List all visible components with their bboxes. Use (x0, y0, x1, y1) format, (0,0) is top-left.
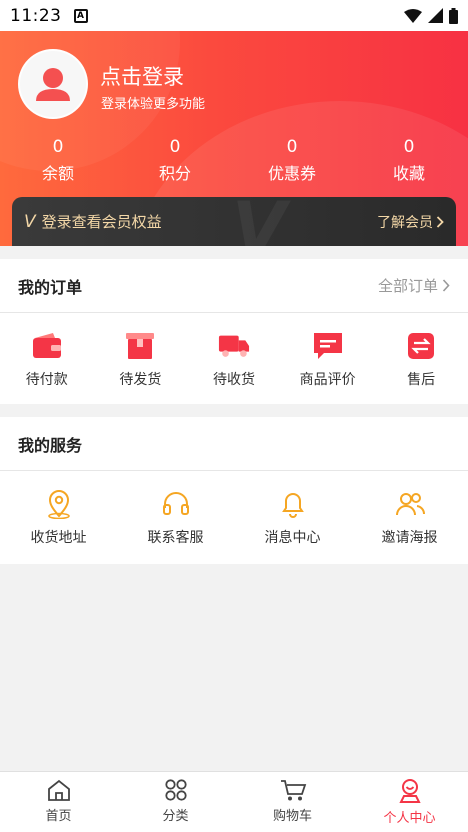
login-subtitle: 登录体验更多功能 (101, 97, 206, 112)
stat-favorites[interactable]: 0 收藏 (369, 137, 449, 184)
status-bar: 11:23 A (0, 0, 468, 31)
tab-cart[interactable]: 购物车 (234, 772, 351, 832)
service-item-label: 邀请海报 (381, 530, 438, 546)
order-after-sales[interactable]: 售后 (374, 331, 468, 389)
service-item-label: 消息中心 (264, 530, 321, 546)
service-messages[interactable]: 消息中心 (234, 489, 351, 547)
login-title[interactable]: 点击登录 (100, 61, 184, 91)
member-watermark: V (232, 197, 287, 246)
tab-label: 个人中心 (383, 811, 436, 826)
orders-title: 我的订单 (18, 277, 83, 297)
tab-label: 首页 (45, 809, 72, 824)
service-invite-poster[interactable]: 邀请海报 (351, 489, 468, 547)
learn-membership-label: 了解会员 (377, 214, 433, 231)
services-card: 我的服务 收货地址 联系客服 消息中心 邀请海报 (0, 417, 468, 564)
profile-header: 点击登录 登录体验更多功能 0 余额 0 积分 0 优惠券 0 收藏 V V 登… (0, 31, 468, 246)
users-icon (394, 489, 426, 519)
service-item-label: 收货地址 (30, 530, 87, 546)
stat-label: 优惠券 (267, 164, 316, 183)
orders-grid: 待付款 待发货 待收货 商品评价 售后 (0, 313, 468, 389)
services-grid: 收货地址 联系客服 消息中心 邀请海报 (0, 471, 468, 547)
status-icons (404, 7, 458, 24)
grid-icon (164, 779, 187, 801)
bell-icon (277, 489, 309, 519)
stat-value: 0 (403, 137, 415, 157)
stat-value: 0 (286, 137, 298, 157)
status-time: 11:23 (10, 5, 62, 26)
services-header: 我的服务 (0, 417, 468, 471)
wallet-icon (31, 331, 63, 361)
order-item-label: 待收货 (212, 372, 255, 388)
chevron-right-icon (436, 215, 444, 228)
stat-value: 0 (52, 137, 64, 157)
avatar[interactable] (18, 49, 88, 119)
home-icon (47, 779, 70, 801)
tab-label: 购物车 (272, 809, 312, 824)
stat-label: 积分 (158, 164, 191, 183)
tab-profile[interactable]: 个人中心 (351, 772, 468, 832)
all-orders-link[interactable]: 全部订单 (378, 275, 450, 296)
service-customer-support[interactable]: 联系客服 (117, 489, 234, 547)
order-pending-payment[interactable]: 待付款 (0, 331, 94, 389)
stat-coupons[interactable]: 0 优惠券 (252, 137, 332, 184)
service-address[interactable]: 收货地址 (0, 489, 117, 547)
order-item-label: 待付款 (25, 372, 68, 388)
learn-membership-link[interactable]: 了解会员 (377, 212, 444, 232)
notification-badge-icon: A (73, 8, 88, 23)
orders-card: 我的订单 全部订单 待付款 待发货 待收货 商品评价 售后 (0, 259, 468, 404)
order-item-label: 售后 (407, 372, 436, 388)
member-benefits-bar[interactable]: V V 登录查看会员权益 了解会员 (12, 197, 456, 246)
vip-icon: V (24, 211, 36, 232)
order-review[interactable]: 商品评价 (281, 331, 375, 389)
headset-icon (160, 489, 192, 519)
tab-category[interactable]: 分类 (117, 772, 234, 832)
all-orders-label: 全部订单 (377, 277, 438, 295)
user-avatar-icon (36, 68, 70, 101)
stat-label: 余额 (41, 164, 74, 183)
signal-icon (428, 8, 443, 23)
truck-icon (218, 331, 250, 361)
tab-label: 分类 (162, 809, 189, 824)
tab-home[interactable]: 首页 (0, 772, 117, 832)
order-item-label: 商品评价 (299, 372, 356, 388)
order-pending-shipment[interactable]: 待发货 (94, 331, 188, 389)
bottom-tab-bar: 首页 分类 购物车 个人中心 (0, 771, 468, 832)
stat-label: 收藏 (392, 164, 425, 183)
order-item-label: 待发货 (119, 372, 162, 388)
person-icon (398, 779, 421, 803)
stat-value: 0 (169, 137, 181, 157)
order-pending-receipt[interactable]: 待收货 (187, 331, 281, 389)
stat-balance[interactable]: 0 余额 (18, 137, 98, 184)
services-title: 我的服务 (18, 435, 83, 455)
location-icon (43, 489, 75, 519)
member-benefits-text: 登录查看会员权益 (41, 213, 162, 231)
exchange-icon (405, 331, 437, 361)
wifi-icon (404, 8, 422, 23)
service-item-label: 联系客服 (147, 530, 204, 546)
battery-icon (449, 7, 458, 24)
orders-header: 我的订单 全部订单 (0, 259, 468, 313)
comment-icon (312, 331, 344, 361)
cart-icon (280, 780, 306, 801)
box-icon (124, 331, 156, 361)
chevron-right-icon (442, 279, 450, 292)
stat-points[interactable]: 0 积分 (135, 137, 215, 184)
